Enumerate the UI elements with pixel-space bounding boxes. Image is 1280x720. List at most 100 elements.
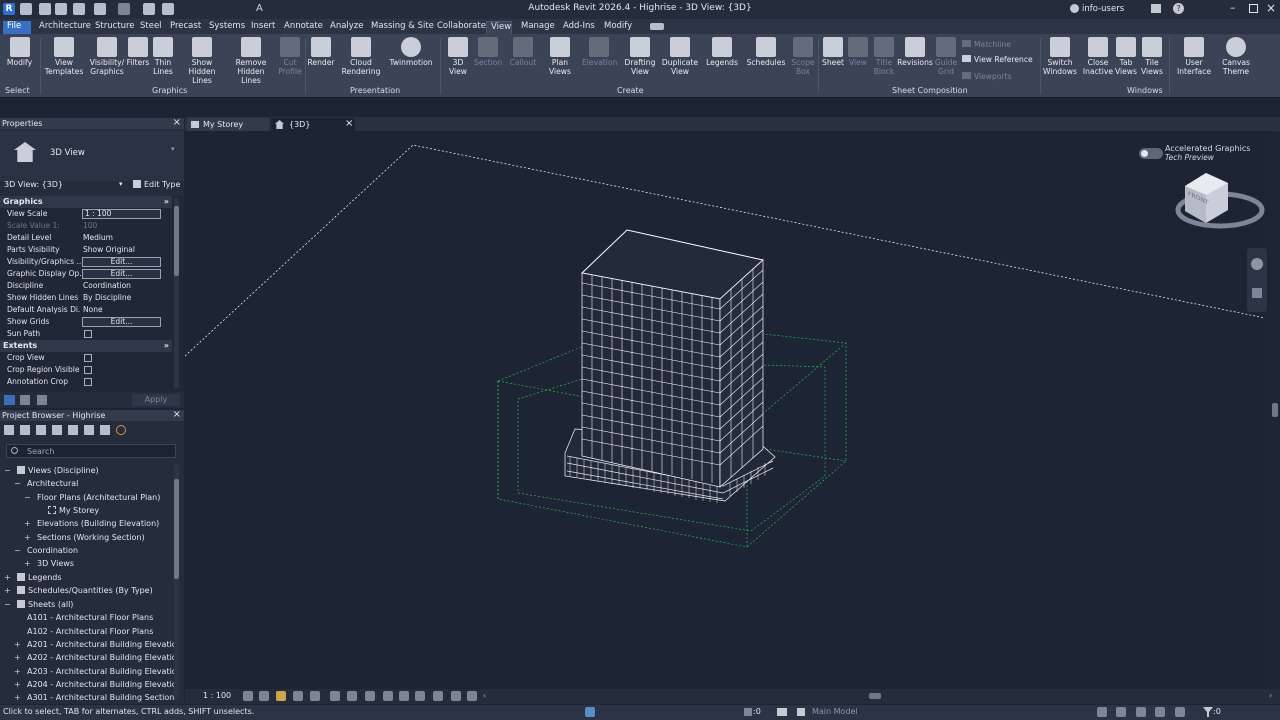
tree-item[interactable]: A101 - Architectural Floor Plans	[27, 613, 153, 622]
tree-item[interactable]: − Sheets (all)	[4, 600, 73, 609]
properties-mode-icon[interactable]	[4, 395, 15, 405]
tab-modify[interactable]: Modify	[600, 21, 636, 34]
browser-scroll-thumb[interactable]	[174, 479, 179, 579]
tree-item[interactable]: − Coordination	[14, 546, 78, 555]
expand-icon[interactable]: +	[4, 573, 11, 582]
view-scale-input[interactable]: 1 : 100	[82, 209, 161, 219]
type-selector[interactable]: 3D View ▾	[0, 131, 184, 181]
parts-visibility-value[interactable]: Show Original	[83, 245, 135, 254]
viewport-hscroll-thumb[interactable]	[869, 693, 881, 699]
accelerated-graphics-toggle[interactable]	[1139, 148, 1163, 159]
canvas-theme-button[interactable]: Canvas Theme	[1219, 37, 1253, 76]
scope-box-button[interactable]: Scope Box	[789, 37, 817, 76]
browser-search[interactable]: Search	[6, 444, 176, 458]
row-view-scale[interactable]: View Scale 1 : 100	[0, 208, 172, 220]
row-default-analysis[interactable]: Default Analysis Di... None	[0, 304, 172, 316]
tab-precast[interactable]: Precast	[166, 21, 205, 34]
tree-item[interactable]: + Sections (Working Section)	[24, 533, 145, 542]
detail-level-icon[interactable]	[243, 691, 253, 701]
row-annotation-crop[interactable]: Annotation Crop	[0, 376, 172, 388]
viewport[interactable]: FRONT Accelerated Graphics Tech Preview	[185, 131, 1280, 704]
close-inactive-button[interactable]: Close Inactive	[1081, 37, 1115, 76]
tree-item[interactable]: − Views (Discipline)	[4, 466, 99, 475]
close-tab-icon[interactable]: ×	[345, 118, 353, 129]
render-view-icon[interactable]	[310, 691, 320, 701]
tab-steel[interactable]: Steel	[136, 21, 166, 34]
crop-region-visible-checkbox[interactable]	[84, 366, 92, 374]
constraints-icon[interactable]	[467, 691, 477, 701]
crop-view-icon[interactable]	[330, 691, 340, 701]
view-place-button[interactable]: View	[846, 37, 870, 67]
expand-icon[interactable]: +	[14, 667, 21, 676]
sun-path-checkbox[interactable]	[84, 330, 92, 338]
cut-profile-button[interactable]: Cut Profile	[277, 37, 303, 76]
cloud-rendering-button[interactable]: Cloud Rendering	[340, 37, 382, 76]
steering-wheel-icon[interactable]	[1251, 258, 1263, 270]
viewport-vscroll-thumb[interactable]	[1272, 403, 1278, 417]
row-graphic-display[interactable]: Graphic Display Op... Edit...	[0, 268, 172, 280]
tab-insert[interactable]: Insert	[247, 21, 279, 34]
row-detail-level[interactable]: Detail Level Medium	[0, 232, 172, 244]
visibility-graphics-button[interactable]: Visibility/ Graphics	[88, 37, 126, 76]
matchline-button[interactable]: Matchline	[962, 40, 1011, 49]
collapse-extents-icon[interactable]: »	[164, 340, 169, 352]
view-selector-dropdown[interactable]: 3D View: {3D} ▾	[0, 180, 127, 191]
tab-collaborate[interactable]: Collaborate	[433, 21, 490, 34]
properties-scroll-thumb[interactable]	[174, 206, 179, 276]
minimize-button[interactable]: –	[1230, 1, 1236, 14]
row-parts-visibility[interactable]: Parts Visibility Show Original	[0, 244, 172, 256]
tab-file[interactable]: File	[3, 21, 31, 34]
expand-icon[interactable]: +	[4, 586, 11, 595]
schedules-button[interactable]: Schedules	[746, 37, 786, 67]
collapse-icon[interactable]: −	[24, 493, 31, 502]
tree-item[interactable]: +3D Views	[24, 559, 74, 568]
thin-lines-button[interactable]: Thin Lines	[151, 37, 175, 76]
tile-views-button[interactable]: Tile Views	[1140, 37, 1164, 76]
tree-item[interactable]: + Elevations (Building Elevation)	[24, 519, 159, 528]
reveal-hidden-icon[interactable]	[399, 691, 409, 701]
browser-legend-icon[interactable]	[68, 425, 78, 435]
browser-home-icon[interactable]	[4, 425, 14, 435]
sun-path-icon[interactable]	[276, 691, 286, 701]
tree-item[interactable]: + A301 - Architectural Building Sections	[14, 693, 176, 702]
collapse-icon[interactable]: −	[14, 546, 21, 555]
design-options-icon[interactable]	[777, 708, 787, 716]
hscroll-right-icon[interactable]: ›	[1269, 691, 1272, 700]
select-links-icon[interactable]	[1097, 707, 1107, 717]
zoom-icon[interactable]	[1252, 288, 1262, 298]
apply-button[interactable]: Apply	[132, 394, 180, 406]
workset-icon[interactable]	[585, 707, 595, 717]
collapse-graphics-icon[interactable]: »	[164, 196, 169, 208]
browser-3d-icon[interactable]	[20, 425, 30, 435]
remove-hidden-lines-button[interactable]: Remove Hidden Lines	[227, 37, 275, 85]
tree-item[interactable]: + A201 - Architectural Building Elevation…	[14, 640, 176, 649]
select-dropdown[interactable]: Select	[5, 86, 30, 95]
collapse-icon[interactable]: −	[14, 479, 21, 488]
browser-family-icon[interactable]	[84, 425, 94, 435]
view-scale-control[interactable]: 1 : 100	[203, 691, 231, 700]
tab-structure[interactable]: Structure	[91, 21, 139, 34]
tree-item[interactable]: + A204 - Architectural Building Elevation…	[14, 680, 176, 689]
user-interface-button[interactable]: User Interface	[1174, 37, 1214, 76]
tab-annotate[interactable]: Annotate	[280, 21, 327, 34]
row-sun-path[interactable]: Sun Path	[0, 328, 172, 340]
select-pinned-icon[interactable]	[1136, 707, 1146, 717]
default-analysis-value[interactable]: None	[83, 305, 103, 314]
row-crop-view[interactable]: Crop View	[0, 352, 172, 364]
tab-systems[interactable]: Systems	[205, 21, 249, 34]
search-input[interactable]: Search	[27, 447, 54, 456]
show-crop-icon[interactable]	[347, 691, 357, 701]
tree-item[interactable]: + A203 - Architectural Building Elevation…	[14, 667, 176, 676]
render-button[interactable]: Render	[307, 37, 335, 67]
viewports-dropdown[interactable]: Viewports	[962, 72, 1012, 81]
worksharing-icon[interactable]	[415, 691, 425, 701]
close-properties-icon[interactable]: ×	[173, 117, 181, 128]
expand-icon[interactable]: +	[14, 640, 21, 649]
crop-view-checkbox[interactable]	[84, 354, 92, 362]
tab-my-storey[interactable]: My Storey	[187, 118, 269, 131]
collapse-icon[interactable]: −	[4, 466, 11, 475]
view-templates-button[interactable]: View Templates	[43, 37, 85, 76]
cart-icon[interactable]	[1151, 4, 1161, 13]
browser-group-icon[interactable]	[100, 425, 110, 435]
tab-view[interactable]: View	[486, 21, 512, 34]
